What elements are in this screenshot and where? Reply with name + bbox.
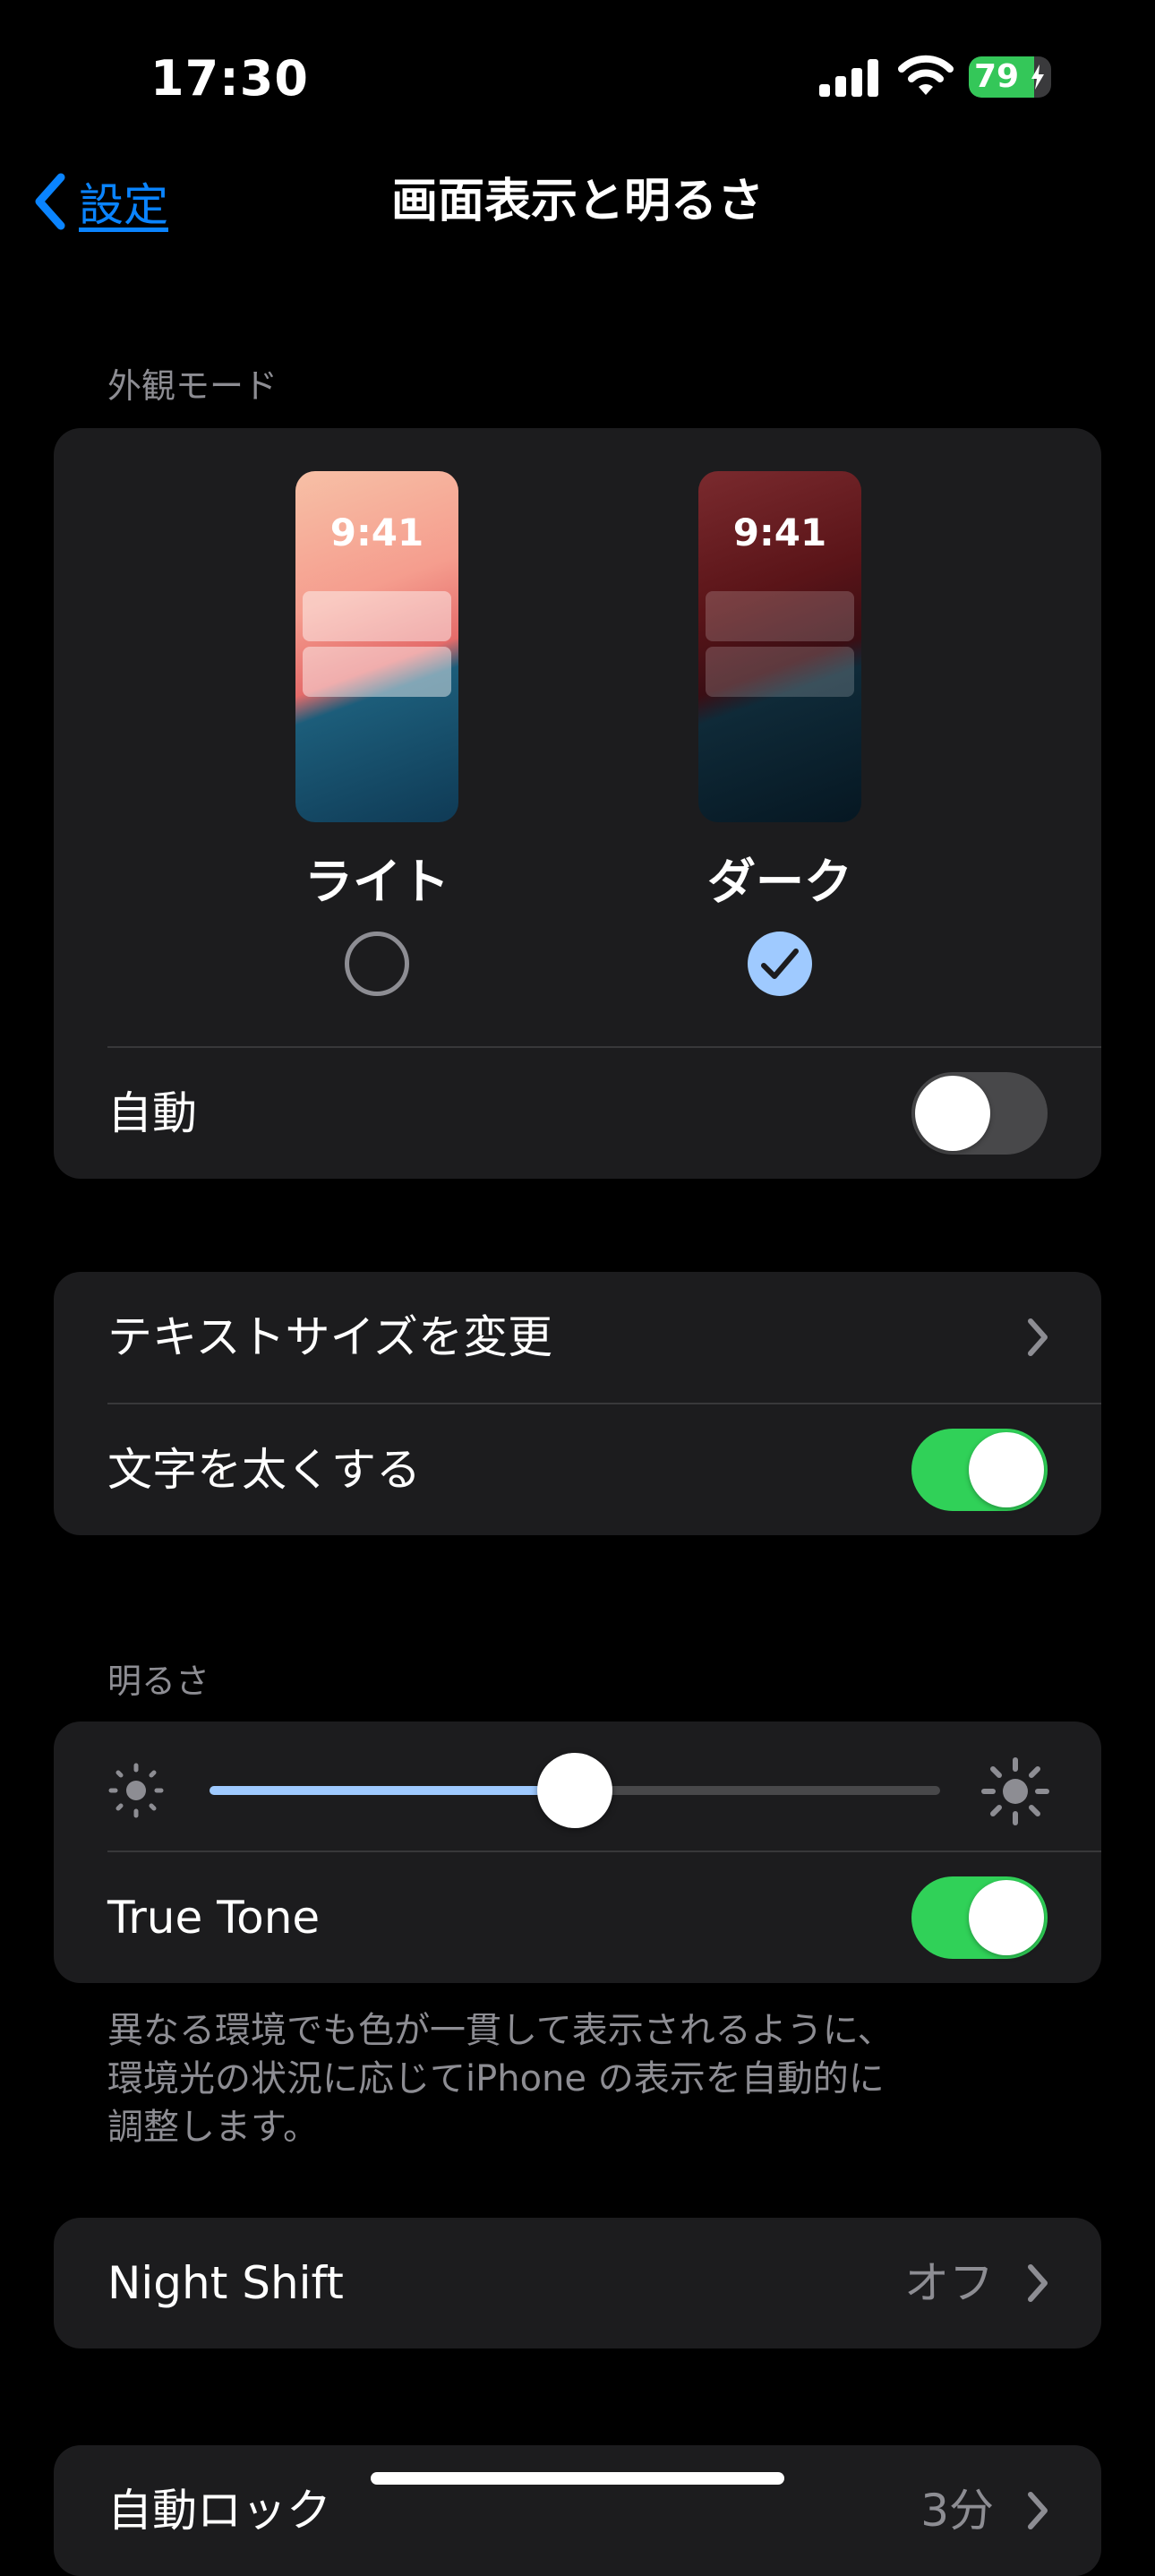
charging-bolt-icon	[1031, 64, 1044, 90]
night-shift-group: Night Shift オフ	[54, 2218, 1101, 2348]
brightness-header: 明るさ	[107, 1662, 210, 1701]
light-preview-time: 9:41	[329, 511, 424, 554]
checkmark-icon	[761, 949, 799, 979]
description-line: 異なる環境でも色が一貫して表示されるように、	[107, 2010, 894, 2051]
bold-text-label: 文字を太くする	[107, 1444, 421, 1496]
true-tone-description: 異なる環境でも色が一貫して表示されるように、 環境光の状況に応じてiPhone …	[107, 2006, 1003, 2151]
brightness-slider-thumb[interactable]	[537, 1753, 612, 1828]
cellular-signal-icon	[819, 59, 878, 97]
text-size-label: テキストサイズを変更	[107, 1311, 552, 1363]
battery-percentage: 79	[974, 58, 1020, 95]
text-size-row[interactable]: テキストサイズを変更	[54, 1272, 1101, 1403]
auto-lock-value: 3分	[920, 2485, 994, 2537]
text-group: テキストサイズを変更 文字を太くする	[54, 1272, 1101, 1535]
true-tone-row: True Tone	[54, 1852, 1101, 1983]
dark-mode-label: ダーク	[707, 854, 852, 910]
chevron-left-icon	[35, 173, 65, 230]
appearance-header: 外観モード	[107, 366, 278, 406]
chevron-right-icon	[1028, 2492, 1048, 2529]
auto-lock-row[interactable]: 自動ロック 3分	[54, 2445, 1101, 2576]
bold-text-row: 文字を太くする	[54, 1404, 1101, 1535]
bold-text-toggle[interactable]	[911, 1429, 1048, 1511]
true-tone-toggle[interactable]	[911, 1876, 1048, 1959]
brightness-slider[interactable]	[210, 1753, 940, 1828]
night-shift-value: オフ	[904, 2257, 994, 2309]
preview-widget	[303, 647, 451, 697]
auto-lock-group: 自動ロック 3分	[54, 2445, 1101, 2576]
night-shift-row[interactable]: Night Shift オフ	[54, 2218, 1101, 2348]
light-mode-radio[interactable]	[345, 932, 409, 996]
appearance-group: 9:41 ライト 9:41 ダーク 自動	[54, 428, 1101, 1179]
light-mode-preview: 9:41	[295, 471, 458, 822]
chevron-right-icon	[1028, 2264, 1048, 2302]
light-mode-label: ライト	[304, 854, 449, 910]
back-button[interactable]: 設定	[32, 170, 168, 233]
status-time: 17:30	[150, 50, 309, 107]
brightness-slider-row	[54, 1722, 1101, 1852]
true-tone-label: True Tone	[107, 1892, 321, 1944]
auto-lock-label: 自動ロック	[107, 2485, 331, 2537]
back-label: 設定	[79, 179, 168, 231]
brightness-group: True Tone	[54, 1722, 1101, 1983]
dark-preview-time: 9:41	[732, 511, 827, 554]
night-shift-label: Night Shift	[107, 2257, 344, 2309]
auto-label: 自動	[107, 1087, 197, 1139]
wifi-icon	[898, 55, 954, 95]
description-line: 環境光の状況に応じてiPhone の表示を自動的に	[107, 2058, 885, 2099]
auto-appearance-row: 自動	[54, 1048, 1101, 1179]
sun-large-icon	[981, 1757, 1049, 1825]
brightness-slider-fill	[210, 1786, 575, 1795]
dark-mode-preview: 9:41	[698, 471, 861, 822]
chevron-right-icon	[1028, 1318, 1048, 1356]
home-indicator	[371, 2472, 784, 2485]
preview-widget	[706, 591, 854, 641]
sun-small-icon	[108, 1763, 164, 1818]
preview-widget	[303, 591, 451, 641]
page-title: 画面表示と明るさ	[390, 175, 764, 228]
preview-widget	[706, 647, 854, 697]
description-line: 調整します。	[107, 2107, 319, 2148]
dark-mode-radio-selected[interactable]	[748, 932, 812, 996]
auto-appearance-toggle[interactable]	[911, 1072, 1048, 1155]
battery-icon: 79	[969, 56, 1051, 98]
